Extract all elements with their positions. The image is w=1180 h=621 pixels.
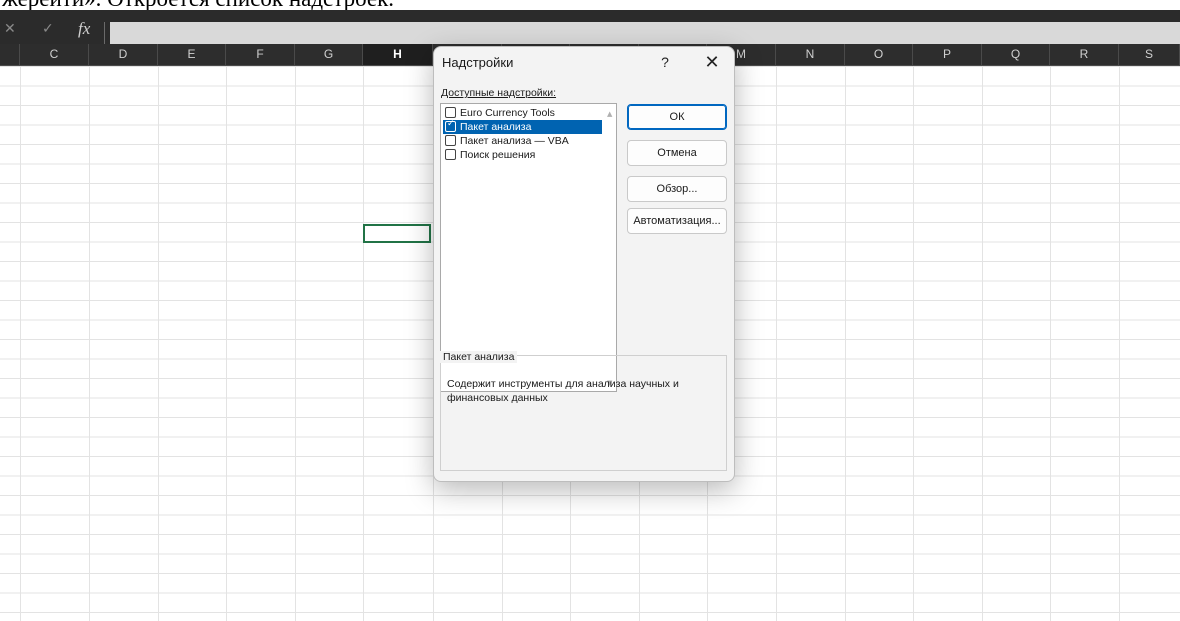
addin-checkbox[interactable] <box>445 107 456 118</box>
column-header-partial[interactable] <box>0 44 20 65</box>
column-header-f[interactable]: F <box>226 44 295 65</box>
document-text-strip: жерейти». Откроется список надстроек. <box>0 0 1180 10</box>
addin-item-solver[interactable]: Поиск решения <box>443 148 602 162</box>
grid-line <box>158 66 159 621</box>
column-header-r[interactable]: R <box>1050 44 1119 65</box>
grid-line <box>845 66 846 621</box>
help-button[interactable]: ? <box>655 51 675 73</box>
grid-line <box>776 66 777 621</box>
confirm-entry-icon[interactable]: ✓ <box>42 21 54 37</box>
insert-function-icon[interactable]: fx <box>78 19 90 39</box>
addin-item-euro-currency-tools[interactable]: Euro Currency Tools <box>443 106 602 120</box>
addin-checkbox[interactable]: ✓ <box>445 119 456 132</box>
description-title: Пакет анализа <box>440 351 518 363</box>
addin-label: Пакет анализа <box>460 121 532 133</box>
column-header-p[interactable]: P <box>913 44 982 65</box>
grid-line <box>89 66 90 621</box>
grid-line <box>913 66 914 621</box>
grid-line <box>363 66 364 621</box>
addin-label: Пакет анализа — VBA <box>460 135 569 147</box>
checkmark-icon: ✓ <box>447 119 455 129</box>
addin-checkbox[interactable] <box>445 149 456 160</box>
addin-label: Поиск решения <box>460 149 536 161</box>
document-text: жерейти». Откроется список надстроек. <box>2 0 394 10</box>
column-header-e[interactable]: E <box>158 44 226 65</box>
close-button[interactable]: ✕ <box>700 50 724 74</box>
formula-input[interactable] <box>110 22 1180 44</box>
addins-dialog: Надстройки ? ✕ Доступные надстройки: Eur… <box>433 46 735 482</box>
browse-button[interactable]: Обзор... <box>627 176 727 202</box>
grid-line <box>295 66 296 621</box>
ok-button[interactable]: ОК <box>627 104 727 130</box>
active-cell[interactable] <box>363 224 431 243</box>
column-header-d[interactable]: D <box>89 44 158 65</box>
grid-line <box>1119 66 1120 621</box>
grid-line <box>20 66 21 621</box>
formula-bar-divider <box>104 22 105 44</box>
addin-checkbox[interactable] <box>445 135 456 146</box>
available-addins-label: Доступные надстройки: <box>441 87 557 99</box>
column-header-s[interactable]: S <box>1119 44 1180 65</box>
scroll-up-icon[interactable]: ▲ <box>607 110 612 118</box>
column-header-h[interactable]: H <box>363 44 433 65</box>
automation-button[interactable]: Автоматизация... <box>627 208 727 234</box>
addin-item-analysis-toolpak[interactable]: ✓ Пакет анализа <box>443 119 602 134</box>
formula-bar: ✕ ✓ fx <box>0 10 1180 44</box>
addin-label: Euro Currency Tools <box>460 107 555 119</box>
grid-line <box>1050 66 1051 621</box>
description-text: Содержит инструменты для анализа научных… <box>447 378 679 404</box>
cancel-button[interactable]: Отмена <box>627 140 727 166</box>
addins-list[interactable]: Euro Currency Tools ✓ Пакет анализа Паке… <box>440 103 617 392</box>
column-header-c[interactable]: C <box>20 44 89 65</box>
column-header-q[interactable]: Q <box>982 44 1050 65</box>
dialog-title: Надстройки <box>442 55 514 70</box>
column-header-g[interactable]: G <box>295 44 363 65</box>
column-header-n[interactable]: N <box>776 44 845 65</box>
grid-line <box>982 66 983 621</box>
column-header-o[interactable]: O <box>845 44 913 65</box>
cancel-entry-icon[interactable]: ✕ <box>4 21 16 37</box>
addin-item-analysis-toolpak-vba[interactable]: Пакет анализа — VBA <box>443 134 602 148</box>
description-group <box>440 355 727 471</box>
grid-line <box>226 66 227 621</box>
